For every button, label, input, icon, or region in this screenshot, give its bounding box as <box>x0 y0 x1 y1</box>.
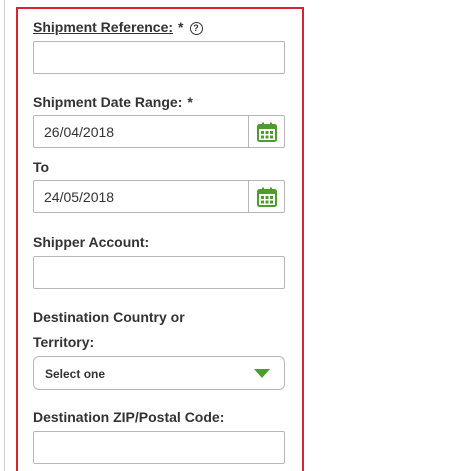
destination-country-label-line2: Territory: <box>33 334 95 350</box>
shipper-account-field[interactable] <box>33 256 285 289</box>
destination-zip-field[interactable] <box>33 431 285 464</box>
calendar-button-to[interactable] <box>248 181 284 212</box>
shipment-reference-label-text: Shipment Reference: <box>33 19 174 35</box>
date-from-value[interactable]: 26/04/2018 <box>44 116 114 149</box>
calendar-icon <box>256 187 277 207</box>
shipper-account-label: Shipper Account: <box>33 234 150 250</box>
date-to-label: To <box>33 159 50 175</box>
shipper-account-input[interactable] <box>34 257 284 288</box>
date-to-field[interactable]: 24/05/2018 <box>33 180 285 213</box>
shipment-search-form-page: Shipment Reference: *? Shipment Date Rang… <box>0 0 473 471</box>
shipment-reference-input[interactable] <box>34 42 284 73</box>
chevron-down-icon[interactable] <box>254 369 270 378</box>
shipment-date-range-label-text: Shipment Date Range: <box>33 94 183 110</box>
calendar-button-from[interactable] <box>248 116 284 147</box>
shipment-reference-field[interactable] <box>33 41 285 74</box>
destination-zip-label: Destination ZIP/Postal Code: <box>33 409 225 425</box>
destination-country-selected-value[interactable]: Select one <box>45 357 105 391</box>
date-to-value[interactable]: 24/05/2018 <box>44 181 114 214</box>
shipment-reference-label: Shipment Reference: *? <box>33 19 203 35</box>
date-from-field[interactable]: 26/04/2018 <box>33 115 285 148</box>
destination-zip-input[interactable] <box>34 432 284 463</box>
calendar-icon <box>256 122 277 142</box>
left-divider <box>4 0 5 471</box>
help-icon[interactable]: ? <box>189 22 203 35</box>
required-mark: * <box>187 94 193 110</box>
shipment-date-range-label: Shipment Date Range: * <box>33 94 193 110</box>
required-mark: * <box>178 19 184 35</box>
destination-country-select[interactable]: Select one <box>33 356 285 390</box>
destination-country-label-line1: Destination Country or <box>33 309 185 325</box>
